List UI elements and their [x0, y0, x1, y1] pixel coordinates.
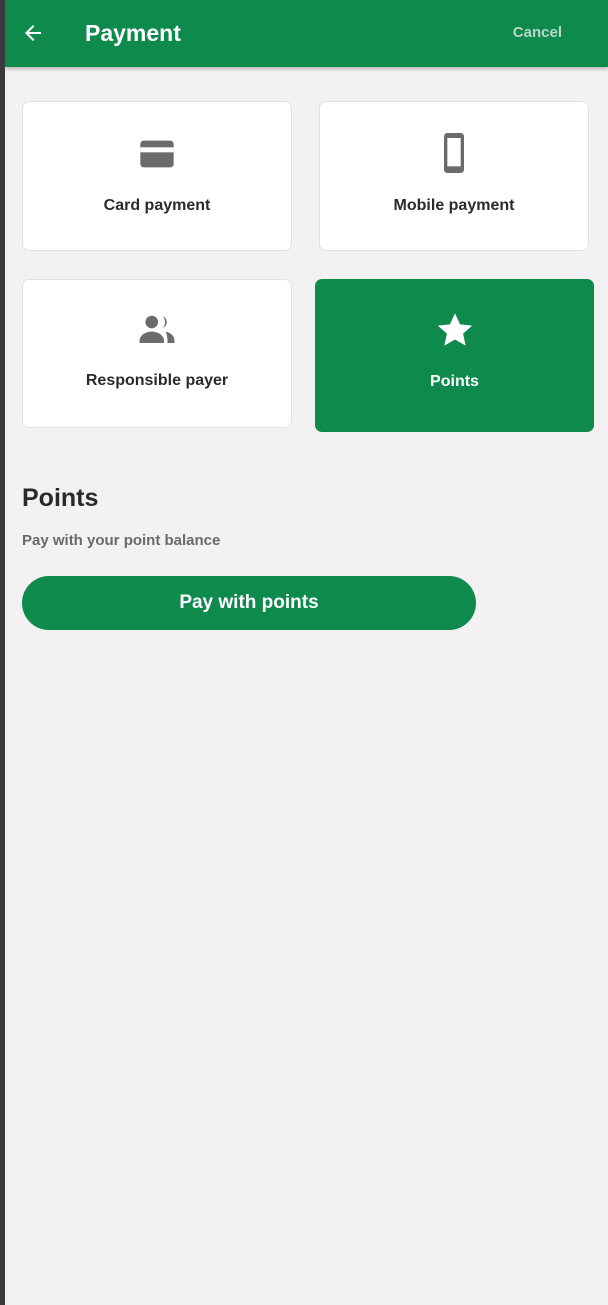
payment-option-label: Mobile payment	[393, 197, 515, 214]
payment-option-label: Points	[430, 373, 479, 390]
people-icon	[139, 315, 175, 343]
section-subtitle: Pay with your point balance	[22, 532, 221, 549]
payment-option-label: Responsible payer	[85, 372, 229, 389]
smartphone-icon	[444, 133, 464, 173]
pay-with-points-button[interactable]: Pay with points	[22, 576, 476, 630]
payment-option-mobile[interactable]: Mobile payment	[319, 101, 589, 251]
payment-option-label: Card payment	[103, 197, 211, 214]
payment-screen: Payment Cancel Card payment Mobile payme…	[5, 0, 608, 1305]
star-icon	[437, 313, 472, 346]
payment-option-card[interactable]: Card payment	[22, 101, 292, 251]
credit-card-icon	[140, 140, 174, 168]
payment-option-responsible-payer[interactable]: Responsible payer	[22, 279, 292, 428]
section-title: Points	[22, 484, 99, 512]
payment-option-points[interactable]: Points	[315, 279, 594, 432]
back-button[interactable]	[17, 17, 49, 49]
cancel-button[interactable]: Cancel	[513, 23, 562, 43]
page-title: Payment	[85, 20, 181, 46]
arrow-left-icon	[25, 25, 41, 41]
app-bar: Payment Cancel	[5, 0, 608, 67]
